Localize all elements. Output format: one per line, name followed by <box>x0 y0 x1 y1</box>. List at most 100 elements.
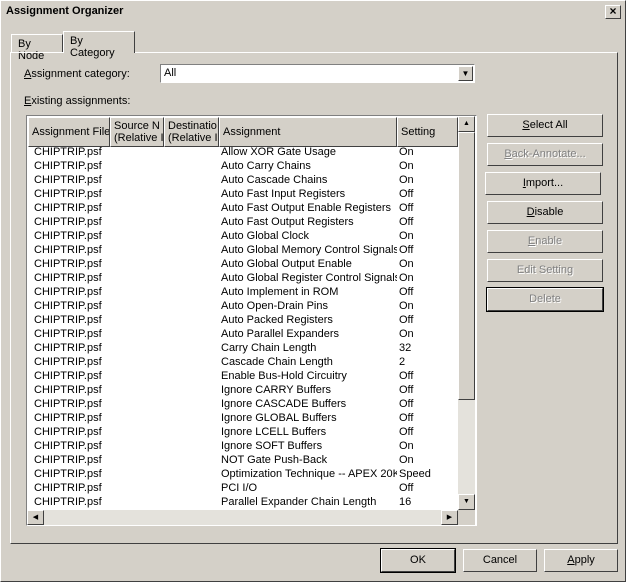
vertical-scroll-thumb[interactable] <box>458 132 475 400</box>
cell-assignment: Auto Implement in ROM <box>221 286 339 298</box>
table-row[interactable]: CHIPTRIP.psf Auto Global Register Control… <box>28 272 458 286</box>
cell-assignment: NOT Gate Push-Back <box>221 454 328 466</box>
table-row[interactable]: CHIPTRIP.psf Auto Fast Input Registers Off <box>28 188 458 202</box>
assignment-category-label-text: ssignment category: <box>31 68 130 80</box>
select-all-accel: S <box>522 119 530 131</box>
scroll-up-icon[interactable]: ▲ <box>458 116 475 132</box>
cell-assignment-file: CHIPTRIP.psf <box>34 258 102 270</box>
cell-assignment: Ignore CARRY Buffers <box>221 384 332 396</box>
table-row[interactable]: CHIPTRIP.psf Allow XOR Gate Usage On <box>28 146 458 160</box>
select-all-button[interactable]: Select All <box>487 114 603 137</box>
enable-text: nable <box>535 235 563 247</box>
enable-button[interactable]: Enable <box>487 230 603 253</box>
table-row[interactable]: CHIPTRIP.psf Auto Cascade Chains On <box>28 174 458 188</box>
table-row[interactable]: CHIPTRIP.psf Auto Global Clock On <box>28 230 458 244</box>
column-header-setting[interactable]: Setting <box>397 117 458 147</box>
back-annotate-button[interactable]: Back-Annotate... <box>487 143 603 166</box>
cell-setting: On <box>399 258 414 270</box>
column-header-destination-line1: Destinatio <box>168 120 217 132</box>
assignments-list[interactable]: Assignment File Source N (Relative I Dest… <box>26 115 477 526</box>
cell-assignment: Ignore CASCADE Buffers <box>221 398 347 410</box>
table-row[interactable]: CHIPTRIP.psf Auto Packed Registers Off <box>28 314 458 328</box>
cell-setting: Off <box>399 202 414 214</box>
assignment-category-label: Assignment category: <box>24 68 130 80</box>
table-row[interactable]: CHIPTRIP.psf Enable Bus-Hold Circuitry Off <box>28 370 458 384</box>
cell-assignment: Ignore LCELL Buffers <box>221 426 327 438</box>
table-row[interactable]: CHIPTRIP.psf Auto Fast Output Enable Regi… <box>28 202 458 216</box>
scroll-down-icon[interactable]: ▼ <box>458 494 475 510</box>
apply-text: pply <box>574 554 595 566</box>
cell-assignment-file: CHIPTRIP.psf <box>34 398 102 410</box>
cell-assignment: Auto Carry Chains <box>221 160 311 172</box>
disable-text: isable <box>534 206 564 218</box>
existing-assignments-label-text: xisting assignments: <box>31 95 131 107</box>
cell-assignment-file: CHIPTRIP.psf <box>34 314 102 326</box>
table-row[interactable]: CHIPTRIP.psf Auto Global Memory Control S… <box>28 244 458 258</box>
scroll-right-icon[interactable]: ▶ <box>441 510 458 525</box>
window-title: Assignment Organizer <box>6 5 124 17</box>
cell-assignment-file: CHIPTRIP.psf <box>34 454 102 466</box>
table-row[interactable]: CHIPTRIP.psf Ignore SOFT Buffers On <box>28 440 458 454</box>
table-row[interactable]: CHIPTRIP.psf Carry Chain Length 32 <box>28 342 458 356</box>
cell-setting: On <box>399 174 414 186</box>
cell-assignment-file: CHIPTRIP.psf <box>34 300 102 312</box>
cell-assignment: PCI I/O <box>221 482 258 494</box>
table-row[interactable]: CHIPTRIP.psf Ignore CARRY Buffers Off <box>28 384 458 398</box>
cell-assignment-file: CHIPTRIP.psf <box>34 440 102 452</box>
table-row[interactable]: CHIPTRIP.psf PCI I/O Off <box>28 482 458 496</box>
column-header-assignment-file[interactable]: Assignment File <box>28 117 110 147</box>
table-row[interactable]: CHIPTRIP.psf Optimization Technique -- AP… <box>28 468 458 482</box>
cell-setting: Off <box>399 412 414 424</box>
table-row[interactable]: CHIPTRIP.psf Cascade Chain Length 2 <box>28 356 458 370</box>
cell-setting: Off <box>399 384 414 396</box>
cell-setting: Off <box>399 314 414 326</box>
edit-setting-button[interactable]: Edit Setting <box>487 259 603 282</box>
cell-assignment-file: CHIPTRIP.psf <box>34 412 102 424</box>
ok-button[interactable]: OK <box>380 548 456 573</box>
vertical-scrollbar[interactable]: ▲ ▼ <box>458 116 475 510</box>
column-header-source-line1: Source N <box>114 120 160 132</box>
import-button[interactable]: Import... <box>485 172 601 195</box>
table-row[interactable]: CHIPTRIP.psf Ignore CASCADE Buffers Off <box>28 398 458 412</box>
cell-assignment: Auto Cascade Chains <box>221 174 328 186</box>
assignment-category-select[interactable]: All ▼ <box>160 64 475 83</box>
tab-by-node[interactable]: By Node <box>11 34 63 62</box>
chevron-down-icon[interactable]: ▼ <box>458 66 473 81</box>
cell-setting: On <box>399 454 414 466</box>
disable-button[interactable]: Disable <box>487 201 603 224</box>
tab-by-category-label: By Category <box>70 35 115 59</box>
back-annotate-text: ack-Annotate... <box>511 148 586 160</box>
disable-accel: D <box>526 206 535 218</box>
column-header-source-node[interactable]: Source N (Relative I <box>110 117 164 147</box>
cell-assignment: Auto Global Clock <box>221 230 310 242</box>
cell-setting: Off <box>399 426 414 438</box>
table-row[interactable]: CHIPTRIP.psf Auto Fast Output Registers Of… <box>28 216 458 230</box>
scroll-left-icon[interactable]: ◀ <box>27 510 44 525</box>
delete-button[interactable]: Delete <box>486 287 604 312</box>
cell-assignment-file: CHIPTRIP.psf <box>34 328 102 340</box>
table-row[interactable]: CHIPTRIP.psf Auto Parallel Expanders On <box>28 328 458 342</box>
column-header-assignment[interactable]: Assignment <box>219 117 397 147</box>
table-row[interactable]: CHIPTRIP.psf NOT Gate Push-Back On <box>28 454 458 468</box>
table-row[interactable]: CHIPTRIP.psf Auto Carry Chains On <box>28 160 458 174</box>
table-row[interactable]: CHIPTRIP.psf Auto Open-Drain Pins On <box>28 300 458 314</box>
cell-assignment: Enable Bus-Hold Circuitry <box>221 370 347 382</box>
close-icon[interactable]: × <box>605 5 621 19</box>
table-row[interactable]: CHIPTRIP.psf Auto Global Output Enable On <box>28 258 458 272</box>
cancel-button[interactable]: Cancel <box>463 549 537 572</box>
cell-assignment-file: CHIPTRIP.psf <box>34 188 102 200</box>
cell-assignment-file: CHIPTRIP.psf <box>34 146 102 158</box>
cell-assignment-file: CHIPTRIP.psf <box>34 160 102 172</box>
table-row[interactable]: CHIPTRIP.psf Ignore LCELL Buffers Off <box>28 426 458 440</box>
cell-assignment: Auto Global Memory Control Signals <box>221 244 397 256</box>
horizontal-scrollbar[interactable]: ◀ ▶ <box>27 510 458 525</box>
cell-setting: Off <box>399 244 414 256</box>
table-row[interactable]: CHIPTRIP.psf Ignore GLOBAL Buffers Off <box>28 412 458 426</box>
table-row[interactable]: CHIPTRIP.psf Parallel Expander Chain Leng… <box>28 496 458 510</box>
tab-by-category[interactable]: By Category <box>63 31 135 59</box>
table-row[interactable]: CHIPTRIP.psf Auto Implement in ROM Off <box>28 286 458 300</box>
apply-button[interactable]: Apply <box>544 549 618 572</box>
cell-assignment: Auto Fast Output Registers <box>221 216 354 228</box>
column-header-destination[interactable]: Destinatio (Relative I <box>164 117 219 147</box>
column-header-destination-line2: (Relative I <box>168 132 218 144</box>
